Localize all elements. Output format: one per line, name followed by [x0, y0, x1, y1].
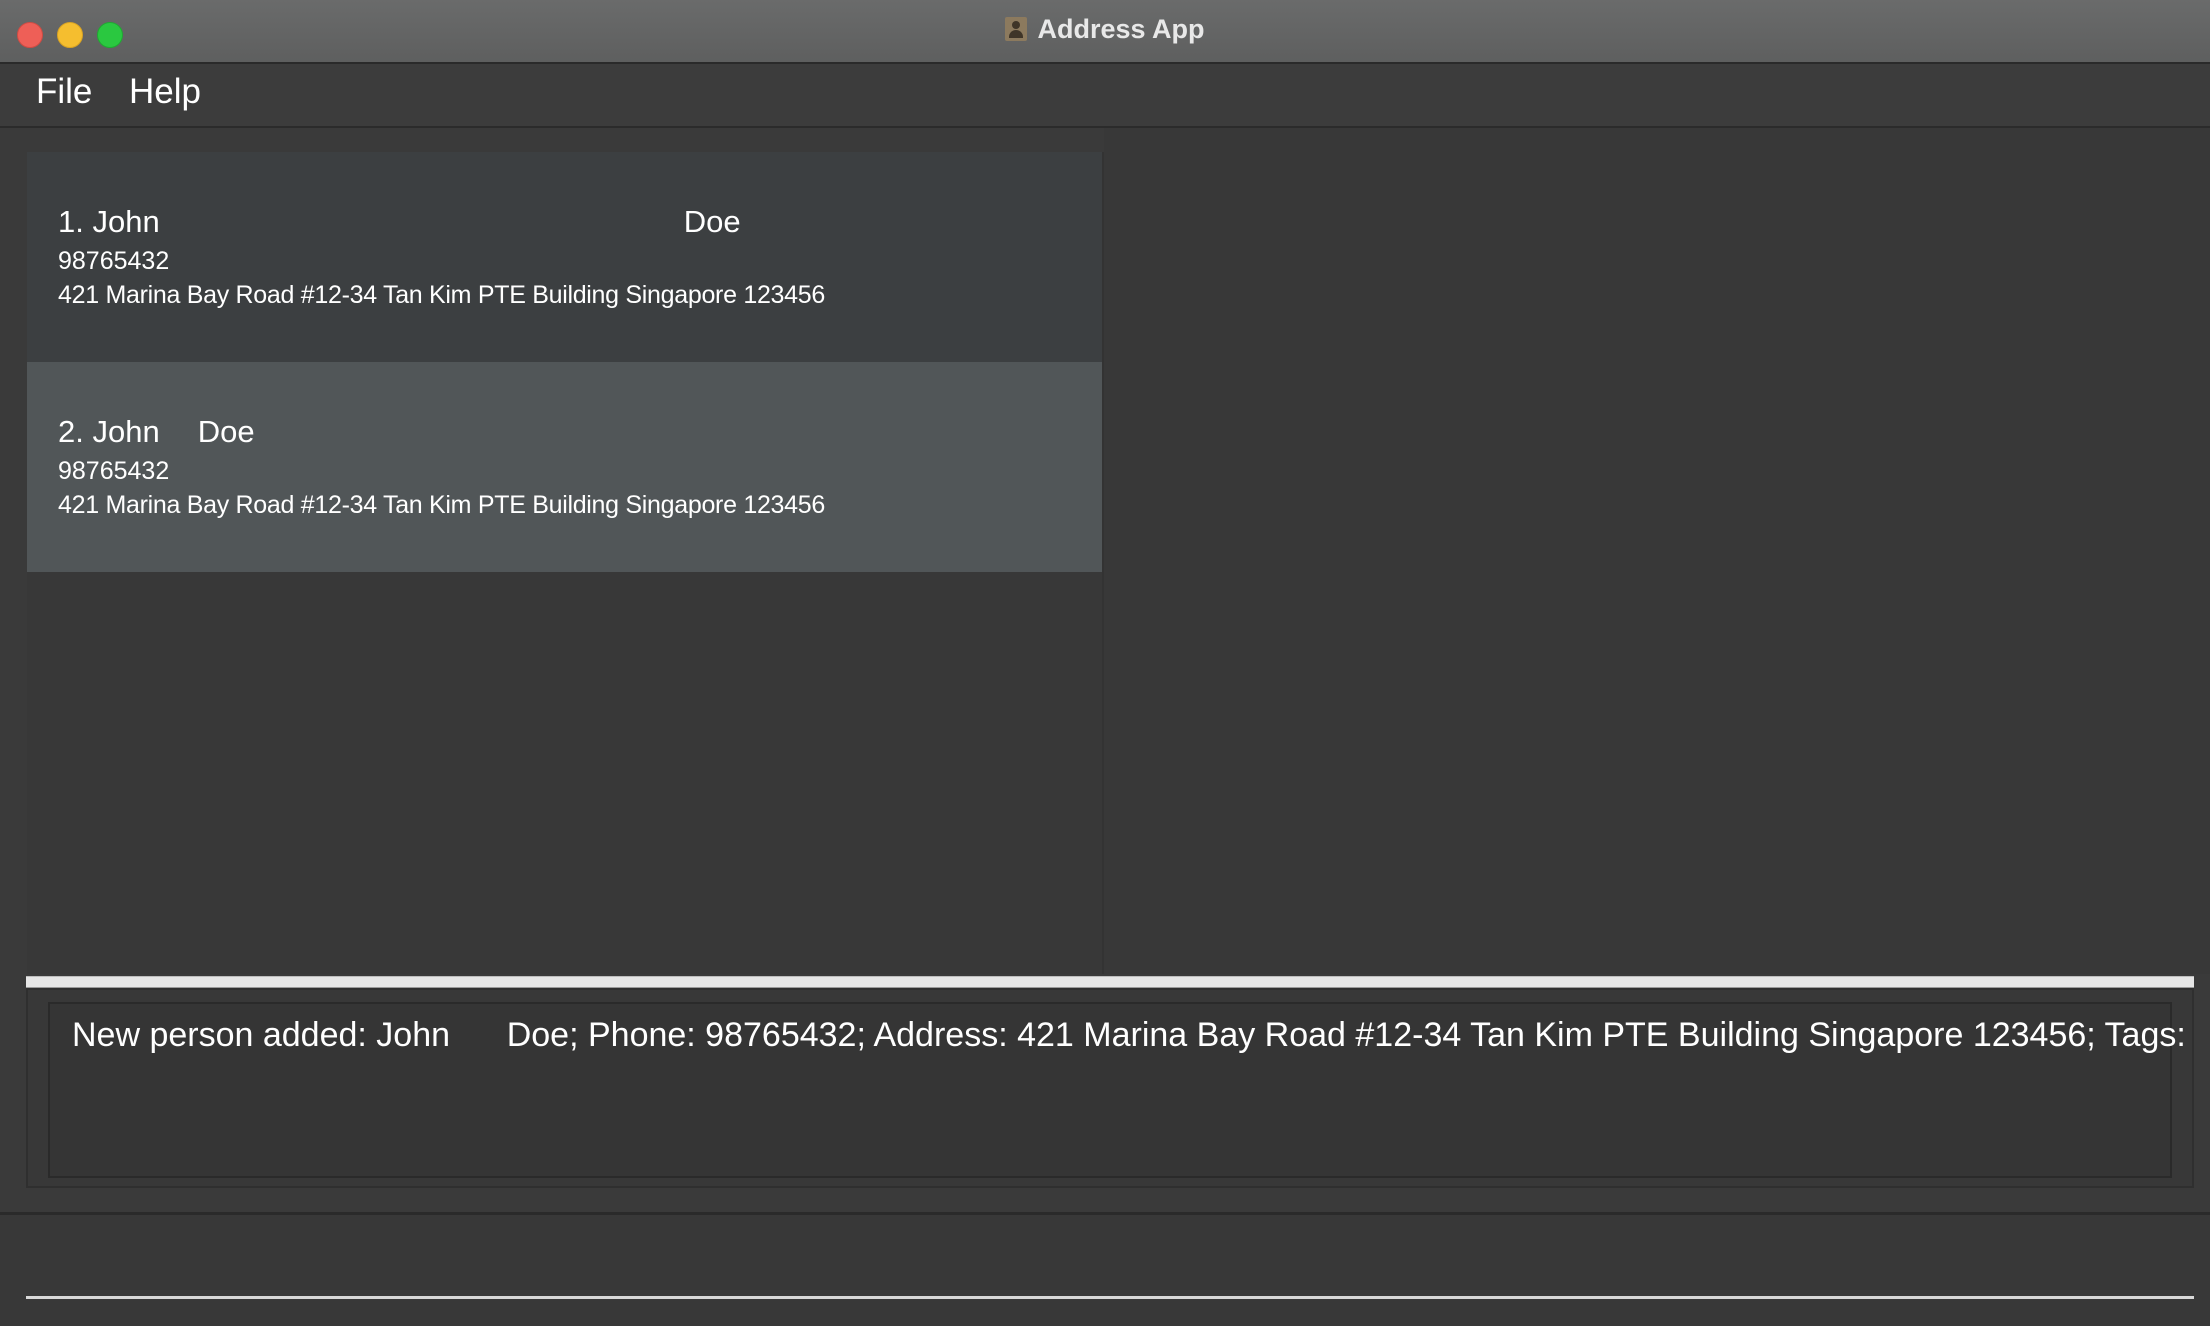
address-book-icon: [1005, 17, 1028, 41]
result-display[interactable]: New person added: John Doe; Phone: 98765…: [48, 1002, 2186, 1178]
person-last-name: Doe: [197, 414, 255, 449]
menu-help[interactable]: Help: [127, 72, 203, 112]
person-address: 421 Marina Bay Road #12-34 Tan Kim PTE B…: [58, 281, 825, 309]
person-first-name: John: [92, 414, 160, 449]
title-bar[interactable]: Address App: [0, 0, 2210, 64]
person-phone: 98765432: [58, 457, 170, 485]
result-message: New person added: John Doe; Phone: 98765…: [72, 1016, 2186, 1054]
app-window: Address App File Help 1. John Doe 9876543…: [0, 0, 2210, 1326]
window-title-group: Address App: [0, 14, 2210, 45]
person-address: 421 Marina Bay Road #12-34 Tan Kim PTE B…: [58, 491, 825, 519]
window-title: Address App: [1037, 14, 1205, 44]
command-box[interactable]: [0, 1215, 2210, 1326]
detail-panel: [1104, 128, 2210, 974]
person-index: 2.: [58, 414, 84, 449]
person-card-selected[interactable]: 2. John Doe 98765432 421 Marina Bay Road …: [27, 362, 1102, 572]
person-name: 1. John Doe: [58, 204, 741, 240]
split-divider[interactable]: [26, 976, 2194, 988]
person-first-name: John: [92, 204, 160, 239]
person-last-name: Doe: [683, 204, 741, 239]
menu-bar: File Help: [0, 64, 2210, 128]
person-card[interactable]: 1. John Doe 98765432 421 Marina Bay Road …: [27, 152, 1102, 362]
command-input[interactable]: [26, 1296, 2194, 1299]
person-phone: 98765432: [58, 247, 170, 275]
person-name: 2. John Doe: [58, 414, 255, 450]
menu-file[interactable]: File: [34, 72, 94, 112]
person-index: 1.: [58, 204, 84, 239]
person-list[interactable]: 1. John Doe 98765432 421 Marina Bay Road …: [27, 152, 1104, 974]
